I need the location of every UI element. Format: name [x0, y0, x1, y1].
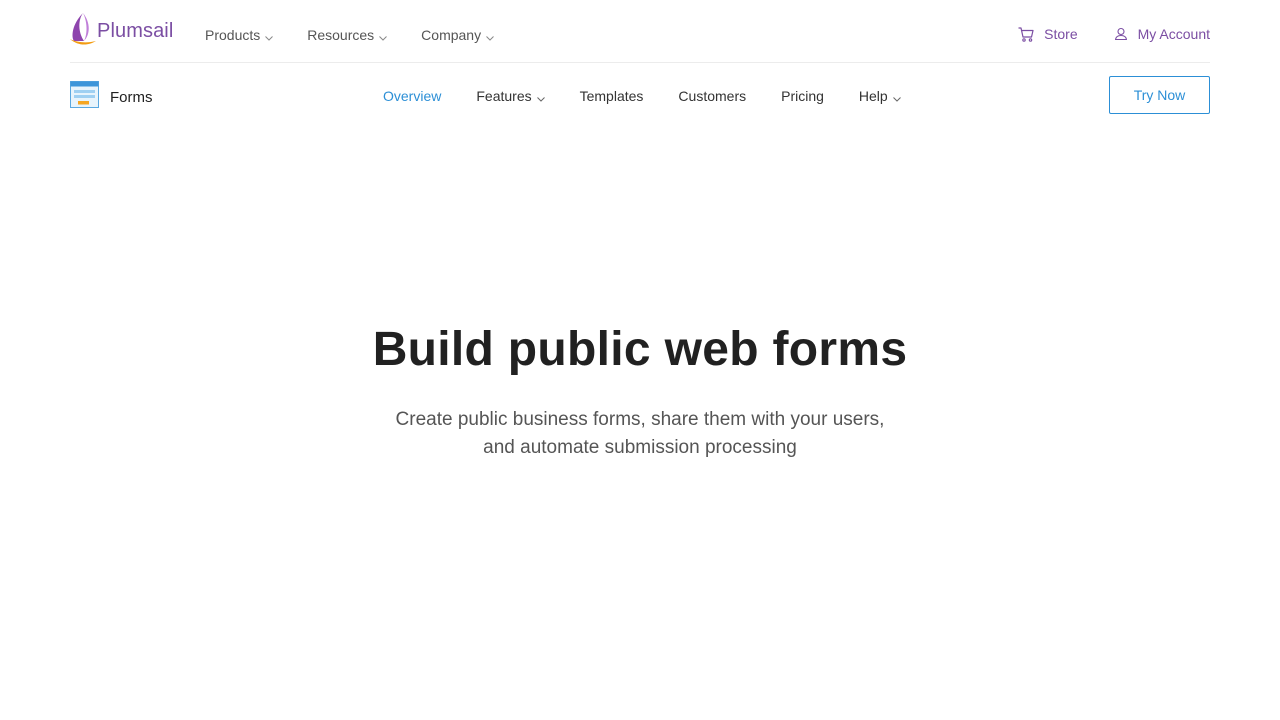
hero-subtitle-line-1: Create public business forms, share them…	[395, 409, 885, 430]
subnav-item-features[interactable]: Features	[476, 87, 545, 105]
header-actions: Store My Account	[1018, 26, 1210, 42]
hero-section: Build public web forms Create public bus…	[0, 320, 1280, 462]
chevron-down-icon	[265, 28, 274, 44]
subnav-item-label: Customers	[678, 88, 747, 104]
hero-subtitle-line-2: and automate submission processing	[483, 437, 797, 458]
form-window-icon	[70, 81, 99, 113]
plumsail-logo[interactable]: Plumsail	[70, 12, 174, 51]
subnav-item-label: Templates	[579, 88, 644, 104]
store-link[interactable]: Store	[1018, 26, 1078, 42]
hero-title: Build public web forms	[372, 323, 908, 376]
subnav-item-label: Features	[476, 88, 532, 104]
my-account-link[interactable]: My Account	[1114, 26, 1210, 42]
hero-subtitle: Create public business forms, share them…	[0, 406, 1280, 462]
subnav-item-customers[interactable]: Customers	[678, 88, 746, 104]
subnav-item-label: Help	[858, 88, 888, 104]
subnav-item-label: Pricing	[781, 88, 824, 104]
product-nav: Overview Features Templates Customers Pr…	[383, 87, 901, 105]
nav-item-products[interactable]: Products	[205, 26, 274, 44]
nav-item-label: Company	[421, 27, 482, 43]
subnav-item-overview[interactable]: Overview	[383, 88, 441, 104]
chevron-down-icon	[892, 89, 901, 105]
product-home-link[interactable]: Forms	[70, 81, 153, 113]
chevron-down-icon	[379, 28, 388, 44]
product-name: Forms	[110, 88, 153, 106]
try-now-button[interactable]: Try Now	[1109, 76, 1210, 114]
top-header: Plumsail Products Resources Company Stor…	[70, 0, 1210, 63]
subnav-item-pricing[interactable]: Pricing	[781, 88, 824, 104]
chevron-down-icon	[486, 28, 494, 44]
subnav-item-help[interactable]: Help	[859, 87, 901, 105]
subnav-item-templates[interactable]: Templates	[580, 88, 644, 104]
user-icon	[1114, 27, 1128, 41]
nav-item-resources[interactable]: Resources	[307, 26, 388, 44]
subnav-item-label: Overview	[383, 88, 442, 104]
my-account-label: My Account	[1137, 26, 1210, 42]
chevron-down-icon	[536, 89, 545, 105]
nav-item-label: Resources	[307, 27, 375, 43]
cart-icon	[1018, 26, 1034, 42]
nav-item-company[interactable]: Company	[421, 26, 494, 44]
nav-item-label: Products	[205, 27, 261, 43]
sail-logo-icon	[70, 12, 96, 51]
store-label: Store	[1044, 26, 1078, 42]
brand-name: Plumsail	[97, 19, 174, 42]
main-nav: Products Resources Company	[205, 26, 494, 44]
product-subheader: Forms Overview Features Templates Custom…	[70, 63, 1210, 127]
